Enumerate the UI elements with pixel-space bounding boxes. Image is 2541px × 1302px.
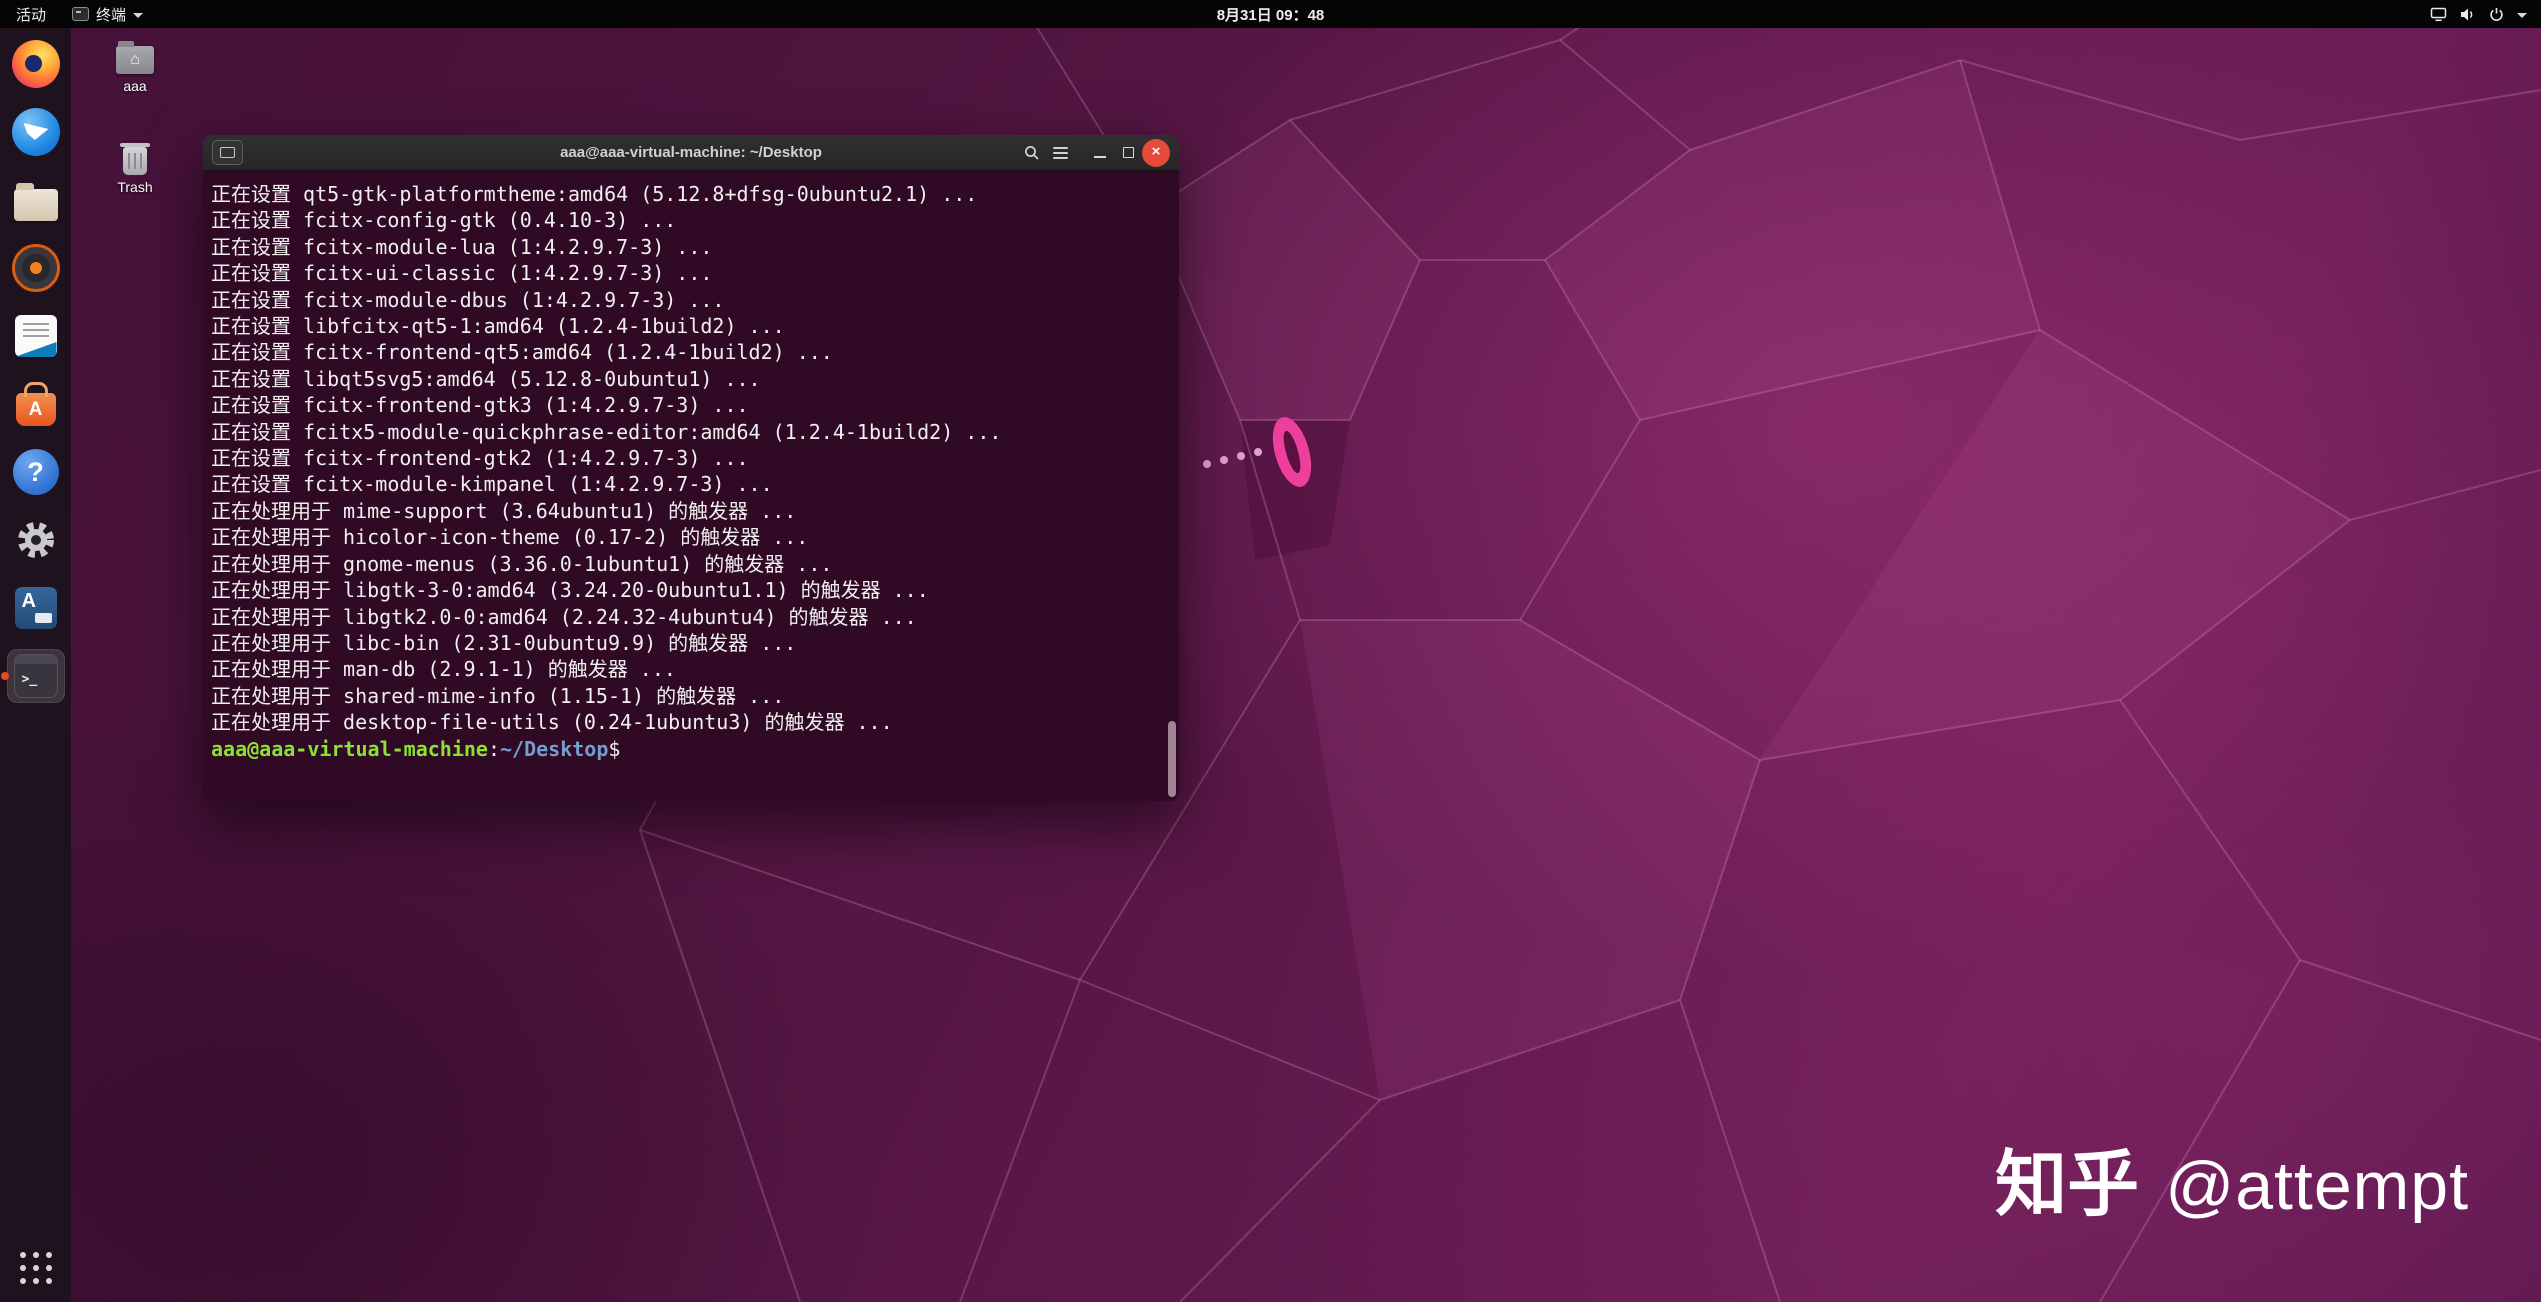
firefox-icon	[11, 40, 60, 88]
terminal-app-icon	[72, 7, 90, 21]
close-icon: ×	[1151, 143, 1161, 160]
dock-item-settings[interactable]	[7, 513, 65, 567]
dock-item-libreoffice-writer[interactable]	[7, 309, 65, 363]
dock-item-input-method[interactable]	[7, 581, 65, 635]
dock-item-help[interactable]	[7, 445, 65, 499]
search-button[interactable]	[1018, 139, 1046, 167]
chevron-down-icon	[133, 12, 144, 18]
input-method-icon	[14, 587, 57, 629]
fossa-eye	[1272, 417, 1312, 487]
desktop: 知乎 @attempt 活动 终端 8月31日 09：48 A ? A >_ ⌂…	[0, 0, 2541, 1302]
terminal-line: 正在设置 fcitx-frontend-gtk2 (1:4.2.9.7-3) .…	[211, 446, 749, 471]
dock-item-thunderbird[interactable]	[7, 105, 65, 159]
prompt-path: ~/Desktop	[500, 736, 609, 761]
terminal-line: 正在处理用于 man-db (2.9.1-1) 的触发器 ...	[211, 657, 676, 682]
dock-item-terminal[interactable]	[6, 649, 65, 703]
show-applications-button[interactable]	[7, 1244, 65, 1292]
terminal-line: 正在设置 fcitx-module-dbus (1:4.2.9.7-3) ...	[211, 287, 725, 312]
prompt-user-host: aaa@aaa-virtual-machine	[211, 736, 488, 761]
desktop-icon-trash[interactable]: Trash	[96, 142, 174, 195]
files-folder-icon	[13, 182, 58, 221]
close-button[interactable]: ×	[1142, 138, 1170, 167]
terminal-line: 正在设置 fcitx-frontend-gtk3 (1:4.2.9.7-3) .…	[211, 393, 749, 418]
terminal-scrollbar-thumb[interactable]	[1168, 721, 1176, 797]
minimize-icon	[1094, 155, 1106, 158]
terminal-line: 正在处理用于 mime-support (3.64ubuntu1) 的触发器 .…	[211, 498, 797, 523]
terminal-line: 正在处理用于 shared-mime-info (1.15-1) 的触发器 ..…	[211, 683, 785, 708]
desktop-icon-label: Trash	[117, 179, 153, 195]
dock	[0, 28, 71, 1302]
watermark-handle: @attempt	[2165, 1148, 2469, 1224]
help-icon	[12, 449, 59, 495]
terminal-line: 正在设置 fcitx-config-gtk (0.4.10-3) ...	[211, 208, 677, 233]
system-tray[interactable]	[2430, 0, 2541, 28]
prompt-separator: :	[487, 736, 500, 761]
terminal-line: 正在设置 fcitx-module-lua (1:4.2.9.7-3) ...	[211, 234, 713, 259]
terminal-line: 正在设置 fcitx5-module-quickphrase-editor:am…	[211, 419, 1002, 444]
grid-dots-icon	[19, 1252, 52, 1284]
terminal-line: 正在处理用于 libgtk2.0-0:amd64 (2.24.32-4ubunt…	[211, 604, 917, 629]
terminal-screen[interactable]: 正在设置 qt5-gtk-platformtheme:amd64 (5.12.8…	[203, 171, 1179, 801]
terminal-window: aaa@aaa-virtual-machine: ~/Desktop × 正在设…	[203, 135, 1179, 801]
dock-item-ubuntu-software[interactable]	[7, 377, 65, 431]
terminal-icon	[13, 654, 58, 698]
search-icon	[1025, 145, 1039, 160]
terminal-line: 正在设置 libqt5svg5:amd64 (5.12.8-0ubuntu1) …	[211, 366, 761, 391]
prompt-symbol: $	[608, 736, 621, 761]
libreoffice-writer-icon	[14, 315, 57, 357]
terminal-line: 正在设置 fcitx-ui-classic (1:4.2.9.7-3) ...	[211, 261, 713, 286]
chevron-down-icon	[2517, 12, 2527, 18]
dock-item-firefox[interactable]	[7, 37, 65, 91]
terminal-line: 正在设置 fcitx-frontend-qt5:amd64 (1.2.4-1bu…	[211, 340, 833, 365]
app-indicator[interactable]: 终端	[62, 0, 153, 28]
terminal-output: 正在设置 qt5-gtk-platformtheme:amd64 (5.12.8…	[211, 181, 1169, 736]
top-bar: 活动 终端 8月31日 09：48	[0, 0, 2541, 28]
fossa-whisker-dots	[1203, 448, 1262, 468]
app-indicator-label: 终端	[96, 6, 127, 24]
terminal-line: 正在处理用于 libgtk-3-0:amd64 (3.24.20-0ubuntu…	[211, 578, 929, 603]
hamburger-icon	[1052, 146, 1068, 159]
trash-icon	[120, 143, 150, 175]
gear-icon	[17, 522, 54, 558]
home-folder-icon	[116, 41, 154, 74]
thunderbird-icon	[11, 108, 60, 156]
terminal-line: 正在设置 qt5-gtk-platformtheme:amd64 (5.12.8…	[211, 182, 978, 206]
terminal-line: 正在处理用于 gnome-menus (3.36.0-1ubuntu1) 的触发…	[211, 551, 833, 576]
terminal-line: 正在设置 libfcitx-qt5-1:amd64 (1.2.4-1build2…	[211, 314, 785, 339]
power-icon	[2490, 7, 2503, 21]
desktop-icon-aaa[interactable]: aaa	[96, 40, 174, 94]
terminal-line: 正在设置 fcitx-module-kimpanel (1:4.2.9.7-3)…	[211, 472, 773, 497]
terminal-titlebar[interactable]: aaa@aaa-virtual-machine: ~/Desktop ×	[203, 135, 1179, 171]
minimize-button[interactable]	[1086, 139, 1114, 167]
terminal-line: 正在处理用于 libc-bin (2.31-0ubuntu9.9) 的触发器 .…	[211, 630, 797, 655]
volume-icon	[2461, 8, 2473, 20]
dock-item-rhythmbox[interactable]	[7, 241, 65, 295]
watermark-brand: 知乎	[1995, 1145, 2140, 1225]
ubuntu-software-icon	[15, 393, 56, 426]
activities-button[interactable]: 活动	[0, 0, 62, 28]
maximize-button[interactable]	[1114, 139, 1142, 167]
new-tab-button[interactable]	[212, 140, 243, 165]
menu-button[interactable]	[1046, 139, 1074, 167]
rhythmbox-icon	[11, 244, 60, 292]
dock-item-files[interactable]	[7, 173, 65, 227]
terminal-line: 正在处理用于 desktop-file-utils (0.24-1ubuntu3…	[211, 710, 893, 735]
display-icon	[2430, 7, 2447, 21]
watermark: 知乎 @attempt	[1995, 1125, 2469, 1230]
maximize-icon	[1122, 147, 1134, 158]
window-title: aaa@aaa-virtual-machine: ~/Desktop	[560, 144, 822, 161]
terminal-line: 正在处理用于 hicolor-icon-theme (0.17-2) 的触发器 …	[211, 525, 809, 550]
clock[interactable]: 8月31日 09：48	[1217, 4, 1325, 25]
desktop-icon-label: aaa	[123, 78, 147, 94]
terminal-prompt: aaa@aaa-virtual-machine:~/Desktop$	[211, 736, 1169, 762]
